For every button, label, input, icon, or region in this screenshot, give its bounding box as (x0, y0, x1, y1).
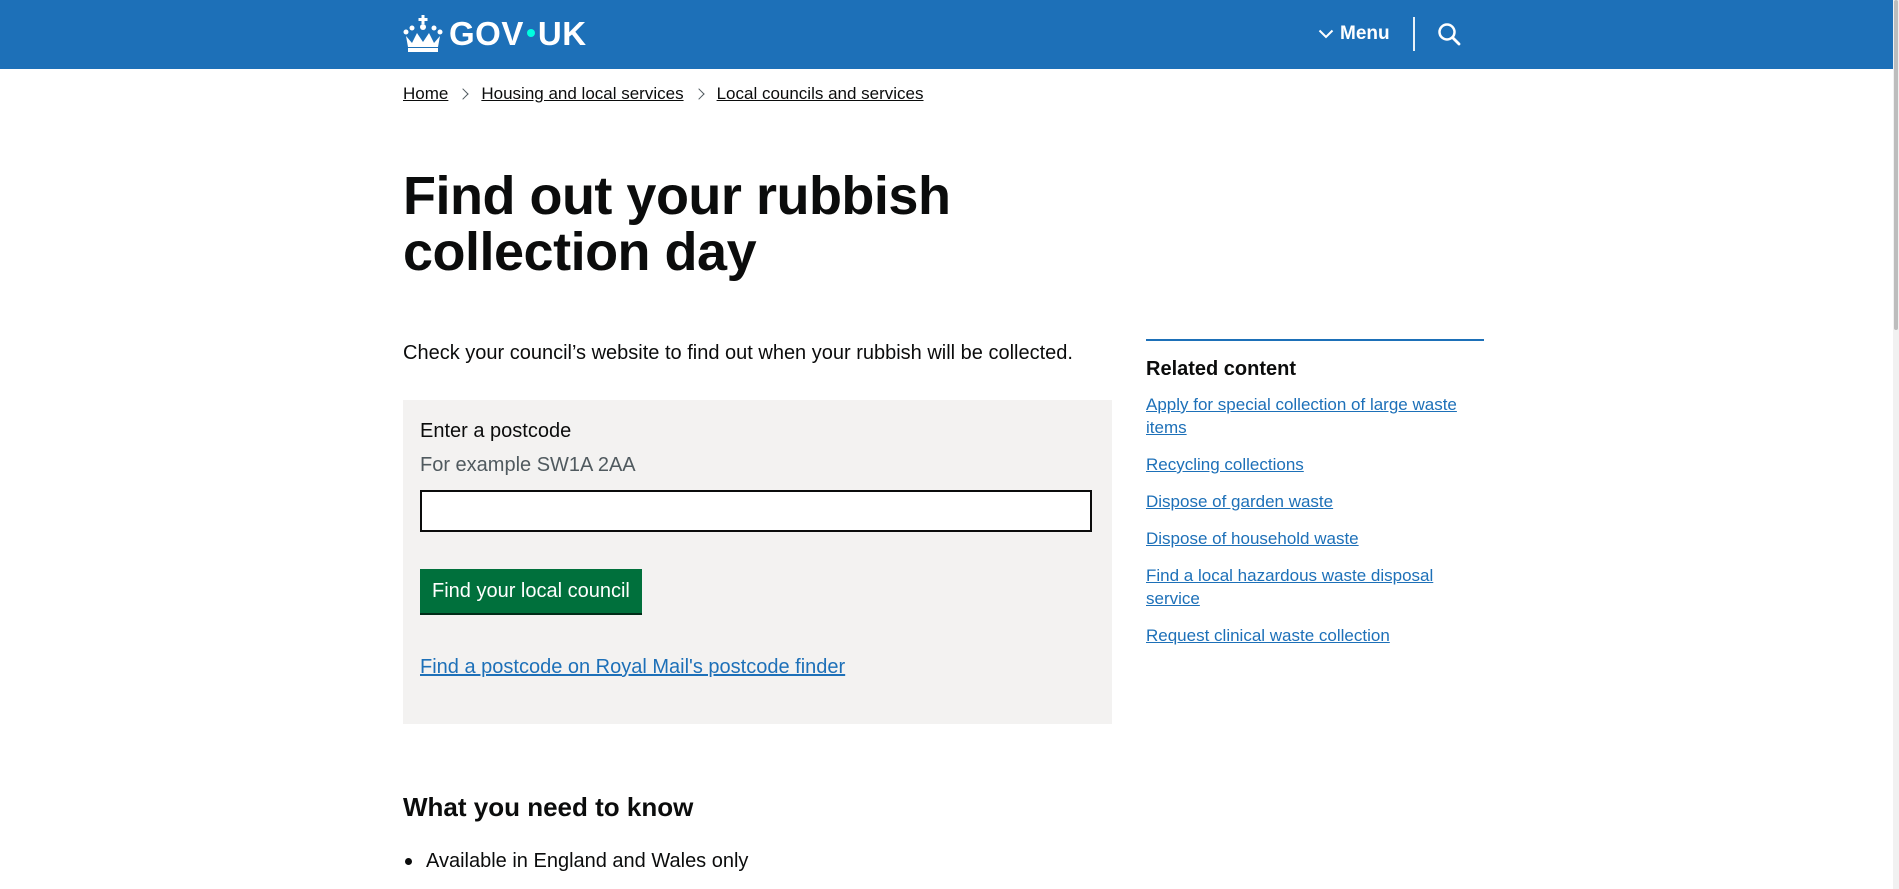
menu-button[interactable]: Menu (1318, 18, 1390, 50)
what-you-need-to-know-heading: What you need to know (403, 792, 694, 822)
chevron-down-icon (1318, 29, 1334, 39)
header-divider (1413, 17, 1415, 51)
search-icon (1438, 23, 1461, 46)
postcode-label: Enter a postcode (420, 420, 572, 442)
related-content-heading: Related content (1146, 358, 1297, 380)
breadcrumb-housing-link[interactable]: Housing and local services (481, 84, 683, 104)
logo-wordmark: GOV UK (449, 15, 587, 52)
intro-text: Check your council’s website to find out… (403, 342, 1073, 364)
related-content: Related content Apply for special collec… (1146, 339, 1484, 661)
site-header: GOV UK Menu (0, 0, 1893, 69)
list-item: Available in England and Wales only (403, 848, 748, 874)
page-title: Find out your rubbish collection day (403, 166, 951, 282)
royal-mail-postcode-finder-link[interactable]: Find a postcode on Royal Mail's postcode… (420, 656, 845, 679)
related-link-garden-waste[interactable]: Dispose of garden waste (1146, 492, 1333, 511)
related-link-clinical-waste[interactable]: Request clinical waste collection (1146, 626, 1390, 645)
scrollbar-thumb[interactable] (1894, 0, 1898, 330)
menu-label: Menu (1340, 23, 1390, 44)
related-links-list: Apply for special collection of large wa… (1146, 393, 1484, 647)
postcode-input[interactable] (420, 490, 1092, 532)
related-link-hazardous-waste[interactable]: Find a local hazardous waste disposal se… (1146, 566, 1433, 608)
chevron-right-icon (692, 88, 705, 100)
govuk-logo-link[interactable]: GOV UK (403, 12, 587, 56)
breadcrumb-councils-link[interactable]: Local councils and services (717, 84, 924, 104)
scrollbar[interactable] (1893, 0, 1899, 889)
postcode-search-panel: Enter a postcode For example SW1A 2AA Fi… (403, 400, 1112, 724)
chevron-right-icon (457, 88, 470, 100)
breadcrumb: Home Housing and local services Local co… (403, 84, 924, 104)
related-link-large-waste[interactable]: Apply for special collection of large wa… (1146, 395, 1457, 437)
related-link-recycling[interactable]: Recycling collections (1146, 455, 1304, 474)
needs-list: Available in England and Wales only (403, 848, 748, 874)
logo-dot (526, 29, 535, 38)
related-link-household-waste[interactable]: Dispose of household waste (1146, 529, 1359, 548)
search-button[interactable] (1434, 18, 1464, 50)
crown-icon (403, 15, 443, 52)
breadcrumb-home-link[interactable]: Home (403, 84, 448, 104)
postcode-hint: For example SW1A 2AA (420, 454, 636, 476)
find-local-council-button[interactable]: Find your local council (420, 569, 642, 613)
